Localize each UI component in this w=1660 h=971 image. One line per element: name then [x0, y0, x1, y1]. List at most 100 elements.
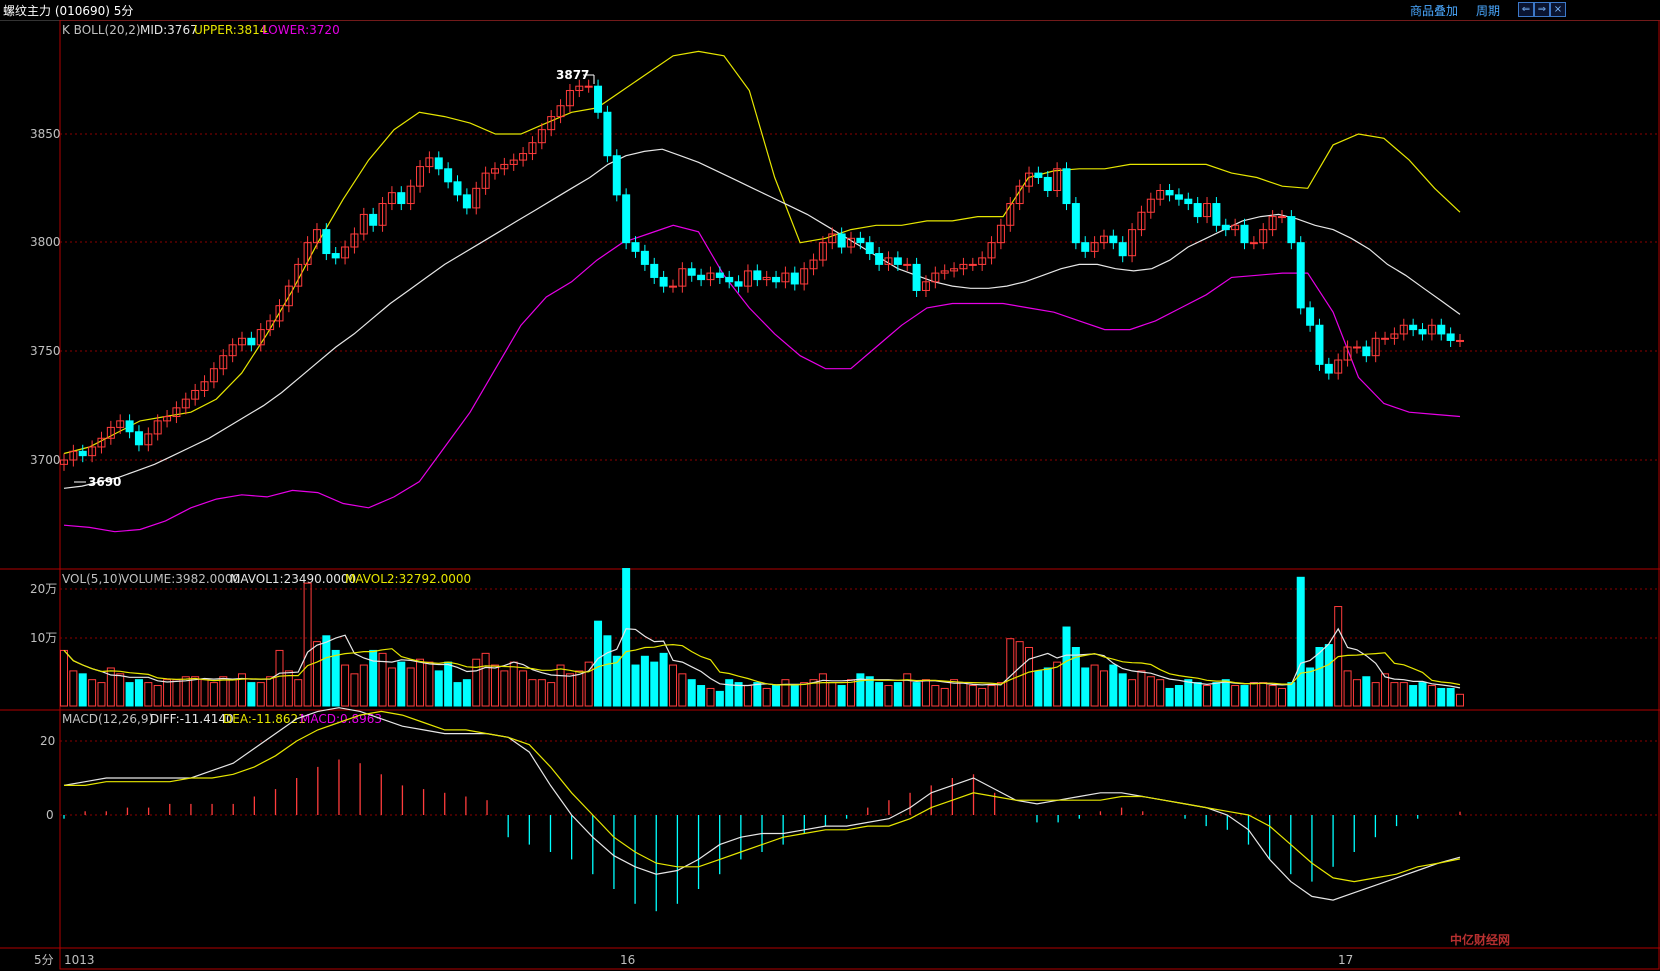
volume-tick: 10万 [30, 631, 57, 645]
volume-bar [1381, 673, 1390, 707]
prev-window-icon[interactable]: ⇐ [1518, 2, 1534, 17]
volume-bar [369, 649, 378, 707]
volume-bar [584, 661, 593, 707]
candle-body [1315, 324, 1324, 365]
volume-header: VOL(5,10) VOLUME:3982.0000 MAVOL1:23490.… [62, 572, 471, 586]
volume-bar [509, 661, 518, 707]
candle-body [622, 194, 631, 244]
volume-bar [1231, 685, 1240, 707]
candle-body [1437, 324, 1446, 335]
candle-body [1446, 333, 1455, 341]
volume-bar [1081, 667, 1090, 707]
candle-body [594, 85, 603, 113]
macd-tick: 20 [40, 734, 55, 748]
boll-mid-line [63, 148, 1461, 489]
volume-bar [1025, 647, 1034, 707]
period-label: 5分 [34, 953, 54, 967]
candle-body [1296, 242, 1305, 309]
volume-bar [828, 682, 837, 707]
volume-bar [893, 682, 902, 707]
volume-bar [397, 661, 406, 707]
next-window-icon[interactable]: ⇒ [1534, 2, 1550, 17]
volume-bar [1184, 679, 1193, 707]
volume-bar [500, 670, 509, 707]
volume-bar [1203, 685, 1212, 707]
volume-bar [1221, 679, 1230, 707]
volume-bar [1306, 667, 1315, 707]
kline-chart[interactable]: 3850 3800 3750 3700 20万 10万 20 0 5分 1013… [0, 20, 1660, 971]
volume-bar [612, 655, 621, 707]
volume-bar [219, 676, 228, 707]
candle-body [247, 337, 256, 346]
volume-bar [547, 682, 556, 707]
boll-header: K BOLL(20,2) MID:3767 UPPER:3814 LOWER:3… [62, 23, 340, 37]
candle-body [903, 263, 912, 266]
volume-bar [425, 661, 434, 707]
volume-bar [228, 679, 237, 707]
volume-bar [762, 687, 771, 707]
price-tick: 3750 [30, 344, 61, 358]
candle-body [697, 274, 706, 281]
volume-bar [481, 652, 490, 707]
volume-bar [519, 670, 528, 707]
period-button[interactable]: 周期 [1476, 2, 1500, 19]
volume-bar [903, 673, 912, 707]
volume-bar [1174, 685, 1183, 707]
candle-body [1193, 203, 1202, 218]
volume-bar [88, 679, 97, 707]
volume-bar [134, 679, 143, 707]
volume-bar [622, 568, 631, 707]
volume-bar [772, 685, 781, 707]
volume-bar [697, 685, 706, 707]
volume-bar [565, 673, 574, 707]
volume-bar [1287, 682, 1296, 707]
instrument-title: 螺纹主力 (010690) 5分 [3, 4, 134, 18]
volume-bar [1296, 576, 1305, 707]
volume-bar [931, 685, 940, 707]
macd-histogram [63, 707, 1461, 912]
date-label: 1013 [64, 953, 95, 967]
price-tick: 3800 [30, 235, 61, 249]
title-bar: 螺纹主力 (010690) 5分 商品叠加 周期 ⇐ ⇒ × [0, 0, 1660, 21]
overlay-button[interactable]: 商品叠加 [1410, 2, 1458, 19]
volume-bar [743, 685, 752, 707]
volume-bar [1399, 682, 1408, 707]
volume-bar [209, 682, 218, 707]
volume-bar [594, 620, 603, 707]
volume-bar [1437, 687, 1446, 707]
candle-body [603, 111, 612, 157]
candle-body [1174, 194, 1183, 200]
volume-bar [125, 682, 134, 707]
watermark-logo: 中亿财经网 [1450, 932, 1510, 947]
volume-bar [1128, 679, 1137, 707]
close-icon[interactable]: × [1550, 2, 1566, 17]
volume-bar [837, 685, 846, 707]
volume-bar [434, 670, 443, 707]
candle-body [1165, 190, 1174, 196]
volume-bar [818, 673, 827, 707]
candle-body [1249, 242, 1258, 245]
volume-bar [275, 649, 284, 707]
candle-body [1071, 203, 1080, 244]
volume-bar [640, 655, 649, 707]
volume-bar [1352, 679, 1361, 707]
volume-tick: 20万 [30, 582, 57, 596]
volume-bar [987, 685, 996, 707]
volume-bar [331, 649, 340, 707]
volume-bar [266, 676, 275, 707]
candle-body [725, 276, 734, 283]
volume-bar [462, 679, 471, 707]
candle-body [78, 450, 87, 457]
dea-line [64, 710, 1461, 883]
volume-bar [341, 664, 350, 707]
volume-bar [60, 649, 68, 707]
candle-body [453, 181, 462, 196]
candle-body [659, 276, 668, 287]
volume-bar [790, 685, 799, 707]
volume-bar [1456, 693, 1464, 707]
volume-bar [537, 679, 546, 707]
candle-body [640, 250, 649, 265]
price-tick: 3700 [30, 453, 61, 467]
volume-bar [153, 685, 162, 707]
volume-bar [603, 635, 612, 707]
